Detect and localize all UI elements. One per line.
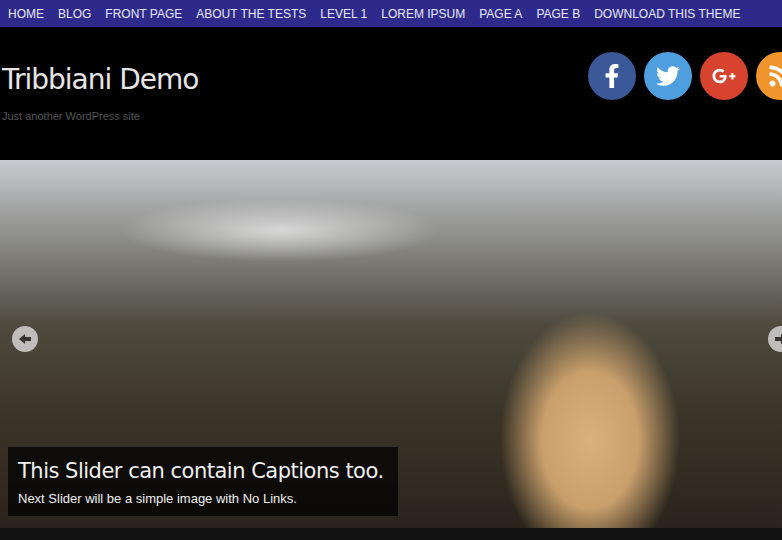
google-plus-icon	[712, 64, 736, 88]
nav-item[interactable]: DOWNLOAD THIS THEME	[587, 7, 747, 21]
caption-text: Next Slider will be a simple image with …	[18, 491, 384, 506]
nav-item[interactable]: LEVEL 1	[313, 7, 374, 21]
page: HOMEBLOGFRONT PAGEABOUT THE TESTSLEVEL 1…	[0, 0, 782, 540]
nav-item[interactable]: BLOG	[51, 7, 98, 21]
bottom-strip	[0, 528, 782, 540]
slider-caption: This Slider can contain Captions too. Nex…	[8, 447, 398, 516]
nav-item[interactable]: PAGE B	[529, 7, 587, 21]
slider-next-button[interactable]	[768, 326, 782, 352]
nav-item[interactable]: LOREM IPSUM	[374, 7, 472, 21]
arrow-right-icon	[773, 331, 782, 347]
facebook-button[interactable]	[588, 52, 636, 100]
twitter-button[interactable]	[644, 52, 692, 100]
caption-title: This Slider can contain Captions too.	[18, 459, 384, 483]
nav-item[interactable]: PAGE A	[472, 7, 529, 21]
arrow-left-icon	[17, 331, 33, 347]
social-links	[588, 27, 782, 100]
nav-item[interactable]: ABOUT THE TESTS	[189, 7, 313, 21]
slider-prev-button[interactable]	[12, 326, 38, 352]
slider: This Slider can contain Captions too. Nex…	[0, 160, 782, 528]
rss-button[interactable]	[756, 52, 782, 100]
rss-icon	[768, 64, 782, 88]
google-plus-button[interactable]	[700, 52, 748, 100]
site-header: Tribbiani Demo Just another WordPress sit…	[0, 27, 782, 160]
facebook-icon	[600, 64, 624, 88]
nav-item[interactable]: HOME	[1, 7, 51, 21]
twitter-icon	[656, 64, 680, 88]
site-tagline: Just another WordPress site	[2, 110, 198, 122]
nav-item[interactable]: FRONT PAGE	[98, 7, 189, 21]
nav-bar: HOMEBLOGFRONT PAGEABOUT THE TESTSLEVEL 1…	[0, 0, 782, 27]
site-title[interactable]: Tribbiani Demo	[2, 63, 198, 96]
brand: Tribbiani Demo Just another WordPress sit…	[0, 27, 198, 122]
